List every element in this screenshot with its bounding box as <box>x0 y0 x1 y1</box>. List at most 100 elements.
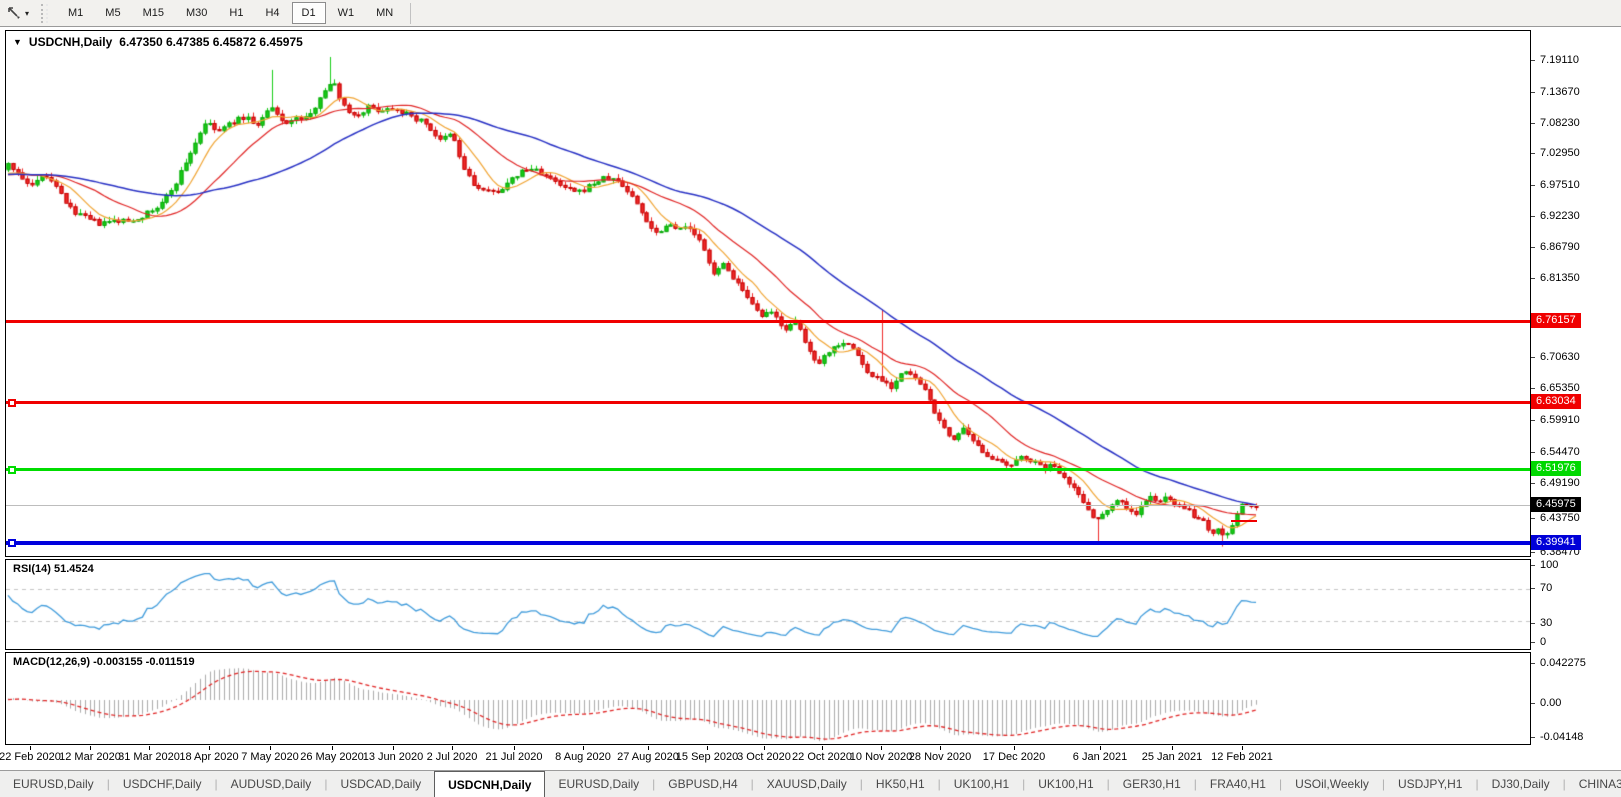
macd-chart-canvas[interactable] <box>6 653 1530 744</box>
price-scale: 7.19110 7.13670 7.08230 7.02950 6.97510 6.922… <box>1531 0 1621 770</box>
toolbar-grip[interactable] <box>41 3 49 23</box>
scale-tick-label: 100 <box>1540 559 1559 571</box>
date-tick <box>90 746 91 750</box>
symbol-tab-usdcnh-daily[interactable]: USDCNH,Daily <box>434 771 546 797</box>
support-line-2-handle[interactable] <box>8 539 16 547</box>
date-tick <box>30 746 31 750</box>
main-chart-panel[interactable]: ▼ USDCNH,Daily 6.47350 6.47385 6.45872 6… <box>5 30 1531 557</box>
date-tick <box>1172 746 1173 750</box>
symbol-tab-usdcad-daily[interactable]: USDCAD,Daily <box>327 771 434 797</box>
date-tick <box>881 746 882 750</box>
symbol-tab-usdjpy-h1[interactable]: USDJPY,H1 <box>1385 771 1475 797</box>
current-bid-price: 6.45975 <box>1531 497 1581 512</box>
timeframe-button-mn[interactable]: MN <box>366 2 403 24</box>
date-tick-label: 7 May 2020 <box>241 751 299 763</box>
resistance-line-1[interactable] <box>6 320 1530 323</box>
scale-tick-label: 7.02950 <box>1540 147 1580 159</box>
date-tick <box>1242 746 1243 750</box>
date-tick-label: 13 Jun 2020 <box>362 751 424 763</box>
scale-tick-label: 70 <box>1540 582 1553 594</box>
rsi-label: RSI(14) 51.4524 <box>13 563 94 575</box>
date-tick-label: 18 Apr 2020 <box>179 751 239 763</box>
rsi-chart-canvas[interactable] <box>6 560 1530 649</box>
scale-tick <box>1531 420 1535 421</box>
date-tick-label: 12 Mar 2020 <box>59 751 121 763</box>
symbol-tab-dj30-daily[interactable]: DJ30,Daily <box>1479 771 1563 797</box>
scale-tick-label: 6.86790 <box>1540 241 1580 253</box>
timeframe-button-h1[interactable]: H1 <box>219 2 253 24</box>
symbol-tab-eurusd-daily[interactable]: EURUSD,Daily <box>545 771 652 797</box>
scale-tick-label: 6.49190 <box>1540 477 1580 489</box>
scale-tick-label: 6.59910 <box>1540 414 1580 426</box>
tool-dropdown-caret[interactable]: ▾ <box>25 9 29 18</box>
date-tick-label: 22 Oct 2020 <box>792 751 852 763</box>
timeframe-button-d1[interactable]: D1 <box>291 2 326 24</box>
date-tick <box>270 746 271 750</box>
scale-tick <box>1531 92 1535 93</box>
timeframe-button-w1[interactable]: W1 <box>328 2 365 24</box>
scale-tick <box>1531 663 1535 664</box>
scale-tick-label: -0.04148 <box>1540 731 1584 743</box>
timeframe-button-m1[interactable]: M1 <box>58 2 93 24</box>
scale-tick <box>1531 452 1535 453</box>
crosshair-tool-icon <box>8 7 20 19</box>
cursor-tool-button[interactable]: ▾ <box>0 0 36 26</box>
scale-tick-label: 7.19110 <box>1540 54 1579 66</box>
scale-tick <box>1531 247 1535 248</box>
scale-tick <box>1531 483 1535 484</box>
scale-tick-label: 6.81350 <box>1540 272 1580 284</box>
scale-tick-label: 6.92230 <box>1540 210 1580 222</box>
support-line-2[interactable] <box>6 539 1530 547</box>
date-tick-label: 27 Aug 2020 <box>617 751 679 763</box>
date-tick <box>514 746 515 750</box>
scale-tick-label: 0.00 <box>1540 697 1562 709</box>
scale-tick-label: 0.042275 <box>1540 657 1586 669</box>
scale-tick-label: 6.97510 <box>1540 179 1580 191</box>
symbol-tab-eurusd-daily[interactable]: EURUSD,Daily <box>0 771 107 797</box>
date-tick-label: 6 Jan 2021 <box>1072 751 1128 763</box>
scale-tick-label: 7.08230 <box>1540 117 1580 129</box>
support-line-1[interactable] <box>6 465 1530 474</box>
timeframe-button-m15[interactable]: M15 <box>133 2 174 24</box>
chart-ohlc-values: 6.47350 6.47385 6.45872 6.45975 <box>119 35 303 49</box>
symbol-tab-xauusd-daily[interactable]: XAUUSD,Daily <box>754 771 860 797</box>
symbol-tab-hk50-h1[interactable]: HK50,H1 <box>863 771 938 797</box>
candlestick-chart-canvas[interactable] <box>6 31 1530 556</box>
date-tick <box>940 746 941 750</box>
chart-collapse-icon[interactable]: ▼ <box>13 37 22 47</box>
timeframe-button-m30[interactable]: M30 <box>176 2 217 24</box>
date-tick <box>764 746 765 750</box>
symbol-tab-uk100-h1[interactable]: UK100,H1 <box>1025 771 1106 797</box>
bid-price-line[interactable] <box>6 505 1530 506</box>
resistance-line-2-handle[interactable] <box>8 398 16 407</box>
macd-panel[interactable]: MACD(12,26,9) -0.003155 -0.011519 <box>5 652 1531 745</box>
scale-tick-label: 30 <box>1540 617 1553 629</box>
resistance-line-2[interactable] <box>6 398 1530 407</box>
date-tick <box>149 746 150 750</box>
scale-tick <box>1531 642 1535 643</box>
symbol-tab-gbpusd-h4[interactable]: GBPUSD,H4 <box>655 771 750 797</box>
symbol-tab-ger30-h1[interactable]: GER30,H1 <box>1110 771 1194 797</box>
rsi-panel[interactable]: RSI(14) 51.4524 <box>5 559 1531 650</box>
toolbar-separator <box>410 2 412 24</box>
symbol-tab-usdchf-daily[interactable]: USDCHF,Daily <box>110 771 215 797</box>
date-tick-label: 3 Oct 2020 <box>737 751 791 763</box>
symbol-tab-usoil-weekly[interactable]: USOil,Weekly <box>1282 771 1382 797</box>
date-tick-label: 21 Jul 2020 <box>485 751 543 763</box>
symbol-tab-uk100-h1[interactable]: UK100,H1 <box>941 771 1022 797</box>
symbol-tab-fra40-h1[interactable]: FRA40,H1 <box>1197 771 1279 797</box>
date-tick <box>648 746 649 750</box>
support-line-1-handle[interactable] <box>8 465 16 474</box>
scale-tick <box>1531 357 1535 358</box>
scale-tick <box>1531 388 1535 389</box>
timeframe-button-m5[interactable]: M5 <box>95 2 130 24</box>
date-tick <box>332 746 333 750</box>
symbol-tab-audusd-daily[interactable]: AUDUSD,Daily <box>218 771 325 797</box>
scale-tick <box>1531 185 1535 186</box>
timeframe-button-h4[interactable]: H4 <box>255 2 289 24</box>
scale-tick <box>1531 518 1535 519</box>
scale-tick-label: 6.43750 <box>1540 512 1580 524</box>
symbol-tab-china300-h1[interactable]: CHINA300,H1 <box>1566 771 1621 797</box>
top-toolbar: ▾ M1 M5 M15 M30 H1 H4 D1 W1 MN <box>0 0 1621 27</box>
symbol-tabs: EURUSD,Daily | USDCHF,Daily | AUDUSD,Daily | U… <box>0 771 1621 797</box>
